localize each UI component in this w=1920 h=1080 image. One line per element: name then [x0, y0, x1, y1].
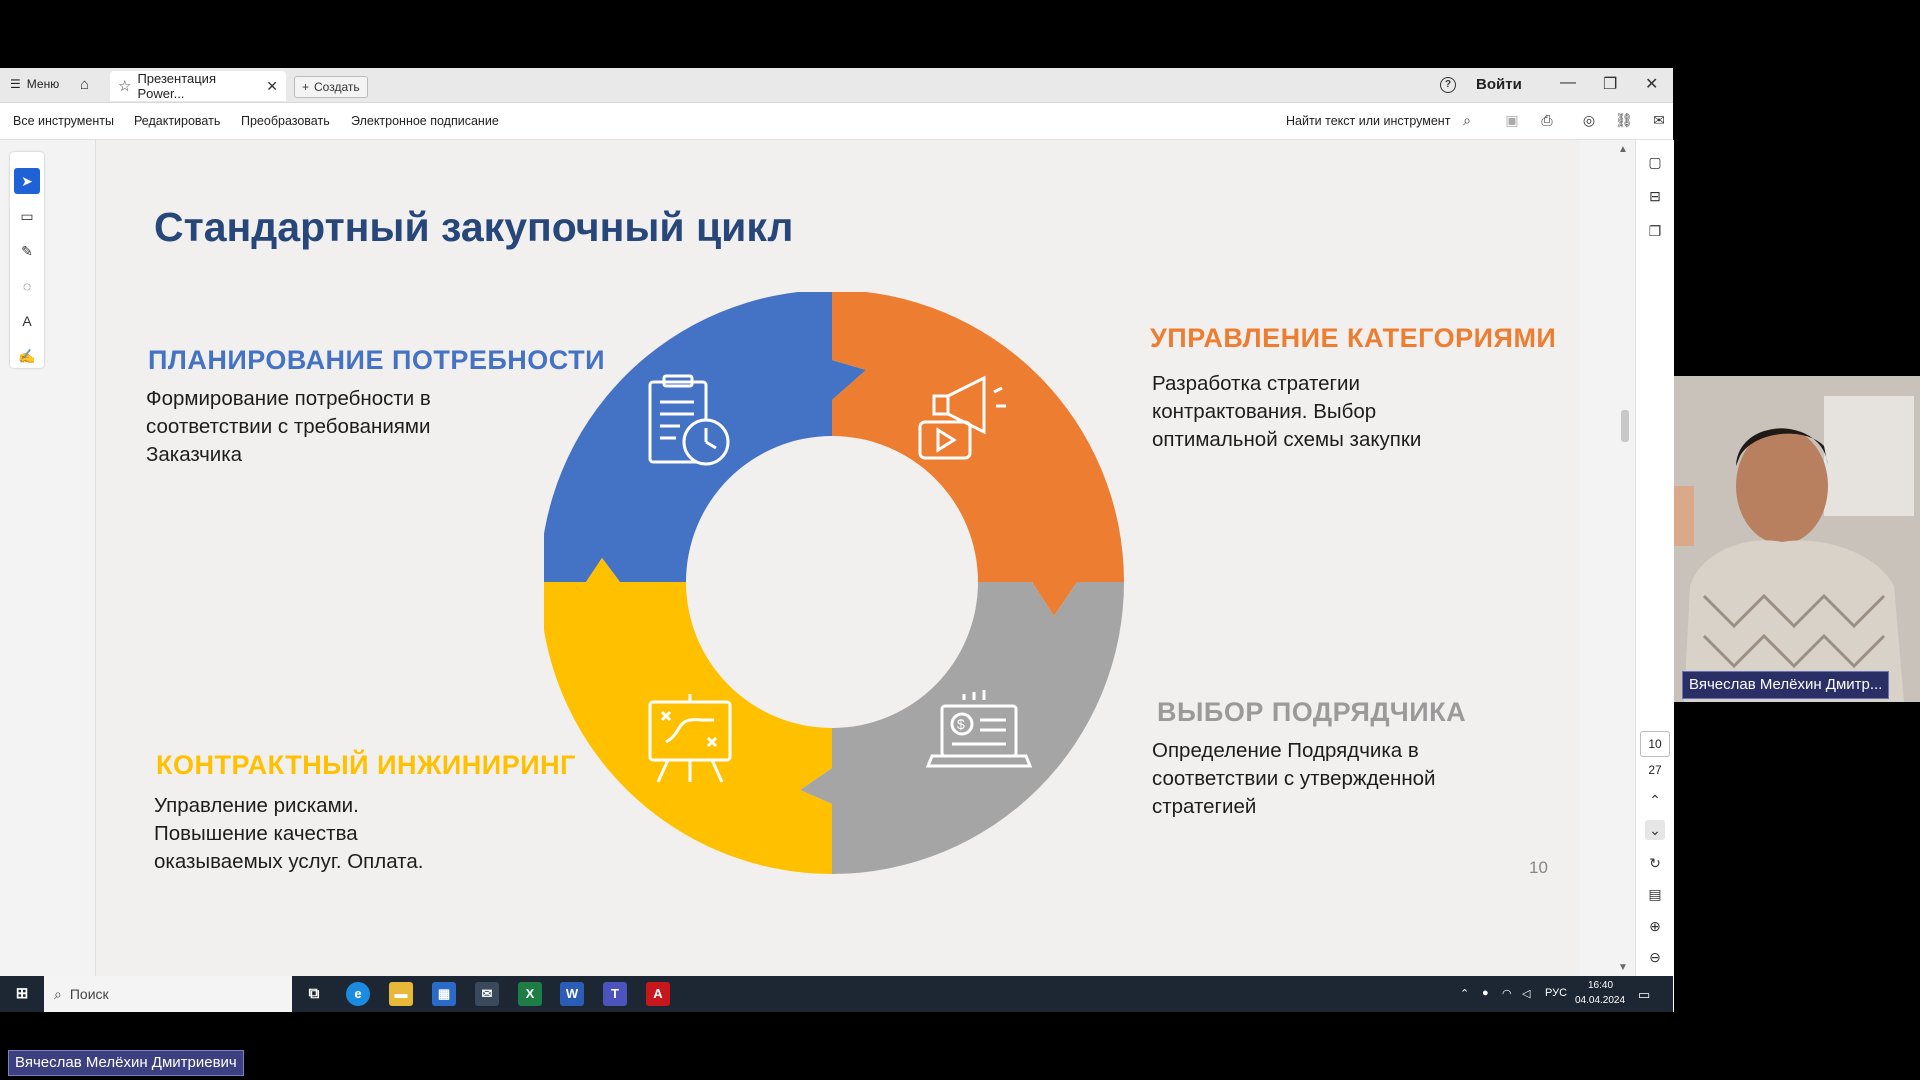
- highlight-pen-icon[interactable]: ✎: [14, 238, 40, 264]
- ring-segment-engineering: [544, 558, 832, 874]
- clock-date[interactable]: 04.04.2024: [1575, 995, 1625, 1006]
- pages-panel-icon[interactable]: ❐: [1645, 221, 1665, 241]
- volume-icon[interactable]: ◁: [1522, 987, 1530, 1000]
- tab-title: Презентация Power...: [137, 71, 216, 101]
- next-page-icon[interactable]: ⌄: [1645, 820, 1665, 840]
- minimize-icon[interactable]: —: [1560, 74, 1576, 92]
- section-text-engineering: Управление рисками. Повышение качества о…: [154, 794, 424, 873]
- restore-icon[interactable]: ❐: [1603, 74, 1617, 94]
- page-settings-icon[interactable]: ▤: [1645, 884, 1665, 904]
- text-box-icon[interactable]: A: [14, 308, 40, 334]
- edge-browser-icon[interactable]: e: [346, 982, 370, 1006]
- webcam-video-feed: [1674, 376, 1920, 702]
- ring-segment-categories: [832, 292, 1124, 616]
- mail-icon[interactable]: ✉: [475, 982, 499, 1006]
- vertical-scrollbar[interactable]: ▲ ▼: [1611, 140, 1635, 1012]
- add-comment-icon[interactable]: ▭: [14, 203, 40, 229]
- participant-video: [1674, 376, 1920, 702]
- document-tab[interactable]: ☆ Презентация Power... ✕: [110, 71, 286, 101]
- menu-label: Меню: [26, 77, 60, 91]
- file-explorer-icon[interactable]: ▬: [389, 982, 413, 1006]
- section-text-contractor: Определение Подрядчика в соответствии с …: [1152, 739, 1436, 818]
- slide-page-number: 10: [1529, 858, 1548, 877]
- svg-text:$: $: [957, 716, 965, 732]
- menu-edit[interactable]: Редактировать: [134, 114, 220, 128]
- link-icon[interactable]: ⛓: [1615, 111, 1633, 129]
- home-icon[interactable]: ⌂: [80, 76, 89, 93]
- windows-taskbar: ⊞ ⌕ Поиск ⧉ e ▬ ▦ ✉ X W T A ⌃ ● ◠ ◁ РУС …: [0, 976, 1673, 1012]
- comments-panel-icon[interactable]: ▢: [1645, 152, 1665, 172]
- section-text-categories: Разработка стратегии контрактования. Выб…: [1152, 372, 1422, 451]
- bookmarks-panel-icon[interactable]: ⊟: [1645, 186, 1665, 206]
- left-tool-rail: ➤ ▭ ✎ ◌ A ✍: [0, 140, 95, 1012]
- right-panel-rail: ▢ ⊟ ❐ 10 27 ⌃ ⌄ ↻ ▤ ⊕ ⊖: [1635, 140, 1674, 1012]
- create-button[interactable]: + Создать: [294, 76, 368, 98]
- section-heading-categories: УПРАВЛЕНИЕ КАТЕГОРИЯМИ: [1150, 323, 1557, 353]
- login-button[interactable]: Войти: [1476, 76, 1522, 93]
- menu-convert[interactable]: Преобразовать: [241, 114, 330, 128]
- email-icon[interactable]: ✉: [1650, 111, 1668, 129]
- save-icon[interactable]: ▣: [1503, 111, 1521, 129]
- close-tab-icon[interactable]: ✕: [266, 78, 278, 95]
- close-window-icon[interactable]: ✕: [1645, 74, 1658, 94]
- clock-time[interactable]: 16:40: [1588, 980, 1613, 991]
- freehand-draw-icon[interactable]: ◌: [14, 273, 40, 299]
- acrobat-icon[interactable]: A: [646, 982, 670, 1006]
- teams-icon[interactable]: T: [603, 982, 627, 1006]
- section-heading-contractor: ВЫБОР ПОДРЯДЧИКА: [1157, 697, 1467, 727]
- plus-icon: +: [302, 80, 310, 94]
- main-toolbar: Все инструменты Редактировать Преобразов…: [0, 103, 1673, 140]
- star-icon[interactable]: ☆: [118, 77, 131, 95]
- document-page: Стандартный закупочный цикл ПЛАНИРОВАНИЕ…: [95, 140, 1580, 990]
- scroll-down-icon[interactable]: ▼: [1618, 962, 1628, 973]
- section-text-planning: Формирование потребности в соответствии …: [146, 387, 431, 466]
- scroll-thumb[interactable]: [1621, 410, 1629, 442]
- slide-title: Стандартный закупочный цикл: [154, 204, 794, 250]
- webcam-participant-name: Вячеслав Мелёхин Дмитр...: [1682, 671, 1890, 699]
- sign-icon[interactable]: ✍: [14, 343, 40, 369]
- tray-overflow-icon[interactable]: ⌃: [1460, 987, 1469, 1000]
- menu-button[interactable]: ☰ Меню: [10, 77, 59, 91]
- language-indicator[interactable]: РУС: [1545, 987, 1567, 999]
- rotate-icon[interactable]: ↻: [1645, 853, 1665, 873]
- help-icon[interactable]: ?: [1440, 77, 1456, 93]
- zoom-in-icon[interactable]: ⊕: [1645, 916, 1665, 936]
- search-icon: ⌕: [54, 985, 62, 1002]
- share-icon[interactable]: ◎: [1580, 111, 1598, 129]
- notifications-icon[interactable]: ▭: [1638, 987, 1650, 1003]
- create-label: Создать: [314, 80, 360, 94]
- search-icon[interactable]: ⌕: [1458, 111, 1476, 129]
- windows-start-icon[interactable]: ⊞: [10, 982, 34, 1006]
- previous-page-icon[interactable]: ⌃: [1645, 790, 1665, 810]
- excel-icon[interactable]: X: [518, 982, 542, 1006]
- taskbar-search[interactable]: ⌕ Поиск: [44, 976, 292, 1012]
- select-cursor-icon[interactable]: ➤: [14, 168, 40, 194]
- title-bar: ☰ Меню ⌂ ☆ Презентация Power... ✕ + Созд…: [0, 68, 1673, 103]
- presenter-name-label: Вячеслав Мелёхин Дмитриевич: [8, 1050, 244, 1076]
- store-icon[interactable]: ▦: [432, 982, 456, 1006]
- wifi-icon[interactable]: ◠: [1502, 987, 1512, 1000]
- taskbar-search-placeholder: Поиск: [69, 986, 109, 1002]
- menu-e-sign[interactable]: Электронное подписание: [351, 114, 499, 128]
- procurement-cycle-ring: $: [544, 292, 1124, 874]
- current-page-input[interactable]: 10: [1640, 731, 1670, 757]
- microphone-icon[interactable]: ●: [1482, 987, 1489, 999]
- hamburger-icon: ☰: [10, 77, 21, 91]
- scroll-up-icon[interactable]: ▲: [1618, 144, 1628, 155]
- menu-all-tools[interactable]: Все инструменты: [13, 114, 114, 128]
- section-heading-planning: ПЛАНИРОВАНИЕ ПОТРЕБНОСТИ: [148, 345, 606, 375]
- print-icon[interactable]: ⎙: [1538, 111, 1556, 129]
- find-tool-label[interactable]: Найти текст или инструмент: [1286, 114, 1450, 128]
- zoom-out-icon[interactable]: ⊖: [1645, 947, 1665, 967]
- total-pages: 27: [1648, 763, 1662, 777]
- section-heading-engineering: КОНТРАКТНЫЙ ИНЖИНИРИНГ: [156, 750, 576, 780]
- word-icon[interactable]: W: [560, 982, 584, 1006]
- task-view-icon[interactable]: ⧉: [302, 982, 326, 1006]
- quick-tools: ➤ ▭ ✎ ◌ A ✍: [10, 152, 44, 368]
